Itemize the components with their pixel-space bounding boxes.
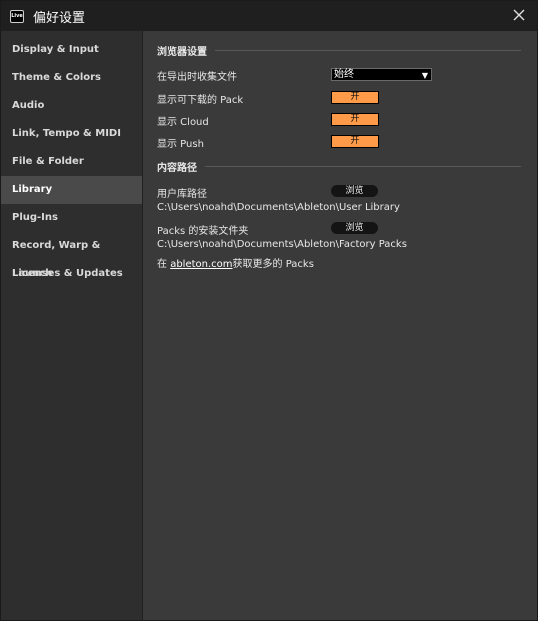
sidebar-item-theme-colors[interactable]: Theme & Colors [1, 64, 142, 92]
preferences-window: Live 偏好设置 Display & Input Theme & Colors… [0, 0, 538, 621]
user-library-path: C:\Users\noahd\Documents\Ableton\User Li… [157, 202, 400, 213]
show-cloud-toggle[interactable]: 开 [331, 113, 379, 126]
show-downloadable-packs-label: 显示可下载的 Pack [157, 95, 244, 106]
content-paths-heading: 内容路径 [157, 162, 197, 174]
more-packs-text: 在 ableton.com获取更多的 Packs [157, 255, 314, 270]
more-packs-prefix: 在 [157, 259, 171, 270]
sidebar-item-library[interactable]: Library [1, 176, 142, 204]
browser-settings-header: 浏览器设置 [157, 43, 521, 58]
sidebar-item-display-input[interactable]: Display & Input [1, 36, 142, 64]
content-paths-header: 内容路径 [157, 159, 521, 174]
dropdown-arrow-icon: ▼ [421, 71, 428, 80]
user-library-browse-button[interactable]: 浏览 [331, 185, 378, 197]
sidebar-item-file-folder[interactable]: File & Folder [1, 148, 142, 176]
collect-on-export-dropdown[interactable]: 始终 ▼ [331, 68, 432, 81]
collect-on-export-value: 始终 [334, 69, 354, 80]
show-push-toggle[interactable]: 开 [331, 135, 379, 148]
section-divider [205, 165, 521, 167]
show-cloud-label: 显示 Cloud [157, 117, 209, 128]
show-downloadable-packs-toggle[interactable]: 开 [331, 91, 379, 104]
more-packs-suffix: 获取更多的 Packs [232, 259, 314, 270]
close-icon[interactable] [511, 7, 527, 23]
sidebar-item-licenses-updates[interactable]: Licenses & Updates [1, 260, 142, 288]
sidebar-item-link-tempo-midi[interactable]: Link, Tempo & MIDI [1, 120, 142, 148]
show-push-label: 显示 Push [157, 139, 204, 150]
browser-settings-heading: 浏览器设置 [157, 46, 207, 58]
ableton-link[interactable]: ableton.com [170, 259, 232, 270]
collect-on-export-label: 在导出时收集文件 [157, 72, 237, 83]
packs-folder-browse-button[interactable]: 浏览 [331, 222, 378, 234]
sidebar-item-audio[interactable]: Audio [1, 92, 142, 120]
library-settings-panel: 浏览器设置 在导出时收集文件 始终 ▼ 显示可下载的 Pack 开 显示 Clo… [143, 31, 537, 620]
sidebar-item-plug-ins[interactable]: Plug-Ins [1, 204, 142, 232]
packs-folder-label: Packs 的安装文件夹 [157, 226, 249, 237]
window-title: 偏好设置 [33, 10, 86, 26]
section-divider [215, 49, 521, 51]
packs-folder-path: C:\Users\noahd\Documents\Ableton\Factory… [157, 239, 407, 250]
title-bar: Live 偏好设置 [1, 1, 537, 31]
live-logo-icon: Live [10, 9, 24, 23]
user-library-label: 用户库路径 [157, 189, 207, 200]
sidebar: Display & Input Theme & Colors Audio Lin… [1, 31, 143, 620]
sidebar-item-record-warp-launch[interactable]: Record, Warp & Launch [1, 232, 142, 279]
